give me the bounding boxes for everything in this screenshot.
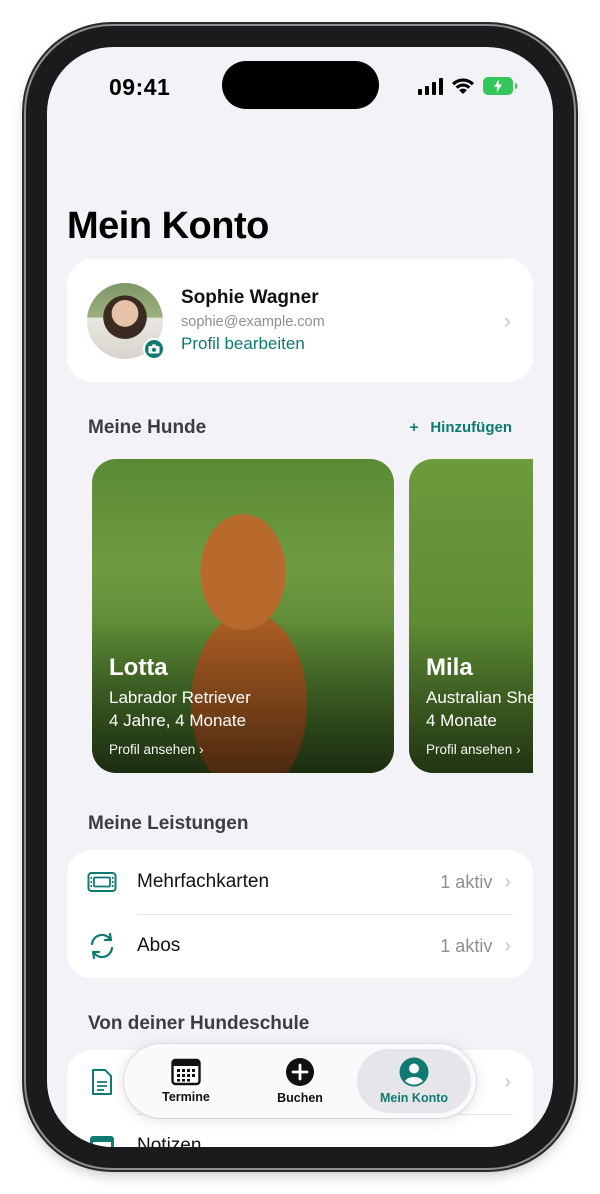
status-time: 09:41 (109, 74, 171, 100)
dynamic-island (222, 61, 379, 109)
dog-card[interactable]: Lotta Labrador Retriever 4 Jahre, 4 Mona… (92, 459, 394, 773)
chevron-right-icon: › (504, 1134, 511, 1148)
list-item-value: 1 aktiv (440, 935, 493, 956)
dog-age: 4 Jahre, 4 Monate (109, 711, 247, 730)
list-item-value: 1 aktiv (440, 871, 493, 892)
dog-breed: Australian Shepherd (426, 688, 533, 707)
dog-name: Mila (426, 654, 473, 681)
view-profile-label: Profil ansehen (109, 742, 196, 757)
dog-breed: Labrador Retriever (109, 688, 251, 707)
divider (137, 914, 513, 915)
document-icon (85, 1065, 119, 1099)
chevron-right-icon: › (504, 1070, 511, 1093)
ticket-icon (85, 865, 119, 899)
profile-text: Sophie Wagner sophie@example.com Profil … (181, 287, 504, 354)
list-item-notizen[interactable]: Notizen › (67, 1114, 533, 1147)
phone-frame: 09:41 Mein Konto Sophie Wagner sophie@ex… (26, 26, 574, 1168)
list-item-mehrfachkarten[interactable]: Mehrfachkarten 1 aktiv › (67, 850, 533, 914)
chevron-right-icon: › (504, 870, 511, 893)
profile-email: sophie@example.com (181, 314, 325, 330)
calendar-icon (171, 1058, 201, 1086)
tab-label: Termine (162, 1090, 210, 1104)
dog-name: Lotta (109, 654, 168, 681)
list-item-label: Abos (137, 935, 181, 956)
notes-icon (85, 1129, 119, 1147)
tab-termine[interactable]: Termine (129, 1049, 243, 1113)
chevron-right-icon: › (199, 742, 204, 757)
dogs-carousel[interactable]: Lotta Labrador Retriever 4 Jahre, 4 Mona… (92, 459, 533, 773)
page-title: Mein Konto (67, 205, 269, 247)
view-profile-label: Profil ansehen (426, 742, 513, 757)
refresh-icon (85, 929, 119, 963)
profile-name: Sophie Wagner (181, 287, 319, 308)
services-list: Mehrfachkarten 1 aktiv › Abos 1 aktiv › (67, 850, 533, 978)
chevron-right-icon: › (503, 307, 511, 333)
plus-icon: + (409, 419, 419, 436)
wifi-icon (452, 78, 474, 94)
tab-label: Mein Konto (379, 1091, 449, 1105)
person-circle-icon (399, 1057, 429, 1087)
tab-mein-konto[interactable]: Mein Konto (357, 1049, 471, 1113)
services-section-title: Meine Leistungen (88, 813, 249, 834)
tab-label: Buchen (277, 1091, 323, 1105)
view-profile-link[interactable]: Profil ansehen › (109, 742, 251, 757)
list-item-label: Mehrfachkarten (137, 871, 270, 892)
profile-card[interactable]: Sophie Wagner sophie@example.com Profil … (67, 259, 533, 382)
school-section-title: Von deiner Hundeschule (88, 1013, 310, 1034)
plus-circle-icon (286, 1058, 314, 1086)
tab-buchen[interactable]: Buchen (243, 1049, 357, 1113)
view-profile-link[interactable]: Profil ansehen › (426, 742, 533, 757)
dog-info: Lotta Labrador Retriever 4 Jahre, 4 Mona… (109, 654, 251, 757)
dogs-section-title: Meine Hunde (88, 417, 207, 438)
list-item-label: Notizen (137, 1135, 202, 1147)
add-dog-button[interactable]: + Hinzufügen (410, 419, 512, 436)
chevron-right-icon: › (504, 934, 511, 957)
chevron-right-icon: › (516, 742, 521, 757)
dog-age: 4 Monate (426, 711, 497, 730)
dog-info: Mila Australian Shepherd 4 Monate Profil… (426, 654, 533, 757)
screen: 09:41 Mein Konto Sophie Wagner sophie@ex… (47, 47, 553, 1147)
edit-profile-link[interactable]: Profil bearbeiten (181, 334, 504, 354)
tab-bar: Termine Buchen Mein Konto (124, 1044, 476, 1118)
list-item-abos[interactable]: Abos 1 aktiv › (67, 914, 533, 978)
avatar[interactable] (87, 282, 165, 360)
status-icons (418, 77, 517, 95)
camera-icon[interactable] (143, 337, 165, 360)
cellular-signal-icon (418, 77, 443, 95)
add-dog-label: Hinzufügen (430, 419, 512, 436)
dog-card[interactable]: Mila Australian Shepherd 4 Monate Profil… (409, 459, 533, 773)
battery-charging-icon (483, 77, 517, 95)
